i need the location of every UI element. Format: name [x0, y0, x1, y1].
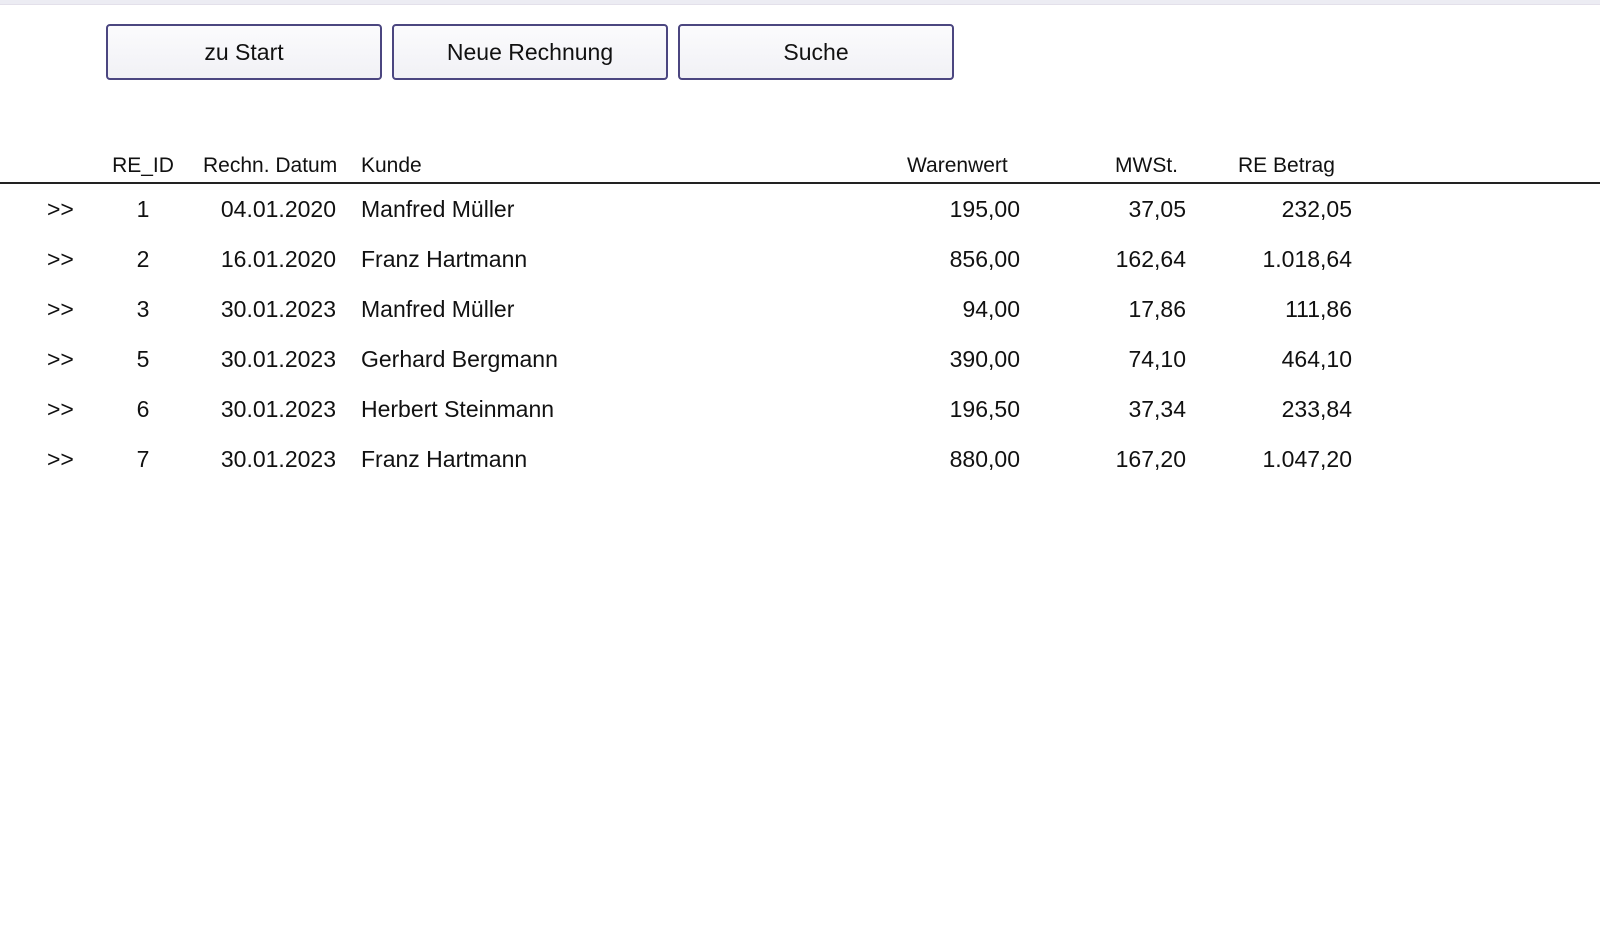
cell-date: 04.01.2020	[220, 196, 336, 222]
cell-customer: Manfred Müller	[361, 196, 515, 222]
open-row-link[interactable]: >>	[47, 346, 74, 373]
cell-amount: 233,84	[1281, 396, 1352, 422]
header-vat: MWSt.	[1115, 154, 1178, 177]
cell-id: 6	[136, 396, 150, 422]
table-row: >> 7 30.01.2023 Franz Hartmann 880,00 16…	[0, 434, 1600, 484]
cell-id: 7	[136, 446, 150, 472]
cell-id: 2	[136, 246, 150, 272]
cell-goods-value: 195,00	[949, 196, 1020, 222]
cell-date: 16.01.2020	[220, 246, 336, 272]
cell-amount: 232,05	[1281, 196, 1352, 222]
table-row: >> 2 16.01.2020 Franz Hartmann 856,00 16…	[0, 234, 1600, 284]
cell-id: 1	[136, 196, 150, 222]
cell-customer: Herbert Steinmann	[361, 396, 555, 422]
open-row-link[interactable]: >>	[47, 296, 74, 323]
toolbar: zu Start Neue Rechnung Suche	[106, 24, 954, 80]
cell-goods-value: 880,00	[949, 446, 1020, 472]
cell-vat: 37,05	[1128, 196, 1186, 222]
cell-customer: Gerhard Bergmann	[361, 346, 558, 372]
cell-goods-value: 94,00	[962, 296, 1020, 322]
table-header: RE_ID Rechn. Datum Kunde Warenwert MWSt.…	[0, 148, 1600, 184]
cell-goods-value: 390,00	[949, 346, 1020, 372]
cell-date: 30.01.2023	[220, 446, 336, 472]
top-border	[0, 0, 1600, 5]
open-row-link[interactable]: >>	[47, 196, 74, 223]
header-id: RE_ID	[112, 154, 174, 177]
cell-date: 30.01.2023	[220, 296, 336, 322]
start-button[interactable]: zu Start	[106, 24, 382, 80]
table-row: >> 6 30.01.2023 Herbert Steinmann 196,50…	[0, 384, 1600, 434]
open-row-link[interactable]: >>	[47, 446, 74, 473]
cell-amount: 464,10	[1281, 346, 1352, 372]
cell-goods-value: 856,00	[949, 246, 1020, 272]
cell-vat: 74,10	[1128, 346, 1186, 372]
cell-id: 5	[136, 346, 150, 372]
header-customer: Kunde	[361, 154, 422, 177]
cell-vat: 37,34	[1128, 396, 1186, 422]
cell-id: 3	[136, 296, 150, 322]
cell-goods-value: 196,50	[949, 396, 1020, 422]
cell-customer: Franz Hartmann	[361, 446, 528, 472]
cell-vat: 167,20	[1115, 446, 1186, 472]
new-invoice-button[interactable]: Neue Rechnung	[392, 24, 668, 80]
table-row: >> 1 04.01.2020 Manfred Müller 195,00 37…	[0, 184, 1600, 234]
cell-amount: 111,86	[1285, 296, 1352, 322]
table-row: >> 5 30.01.2023 Gerhard Bergmann 390,00 …	[0, 334, 1600, 384]
cell-customer: Manfred Müller	[361, 296, 515, 322]
header-amount: RE Betrag	[1238, 154, 1335, 177]
cell-vat: 17,86	[1128, 296, 1186, 322]
header-goods-value: Warenwert	[907, 154, 1008, 177]
invoice-table: RE_ID Rechn. Datum Kunde Warenwert MWSt.…	[0, 148, 1600, 484]
open-row-link[interactable]: >>	[47, 246, 74, 273]
header-date: Rechn. Datum	[203, 154, 338, 177]
cell-date: 30.01.2023	[220, 346, 336, 372]
cell-date: 30.01.2023	[220, 396, 336, 422]
table-row: >> 3 30.01.2023 Manfred Müller 94,00 17,…	[0, 284, 1600, 334]
open-row-link[interactable]: >>	[47, 396, 74, 423]
cell-vat: 162,64	[1115, 246, 1186, 272]
cell-amount: 1.047,20	[1262, 446, 1352, 472]
cell-customer: Franz Hartmann	[361, 246, 528, 272]
cell-amount: 1.018,64	[1262, 246, 1352, 272]
search-button[interactable]: Suche	[678, 24, 954, 80]
